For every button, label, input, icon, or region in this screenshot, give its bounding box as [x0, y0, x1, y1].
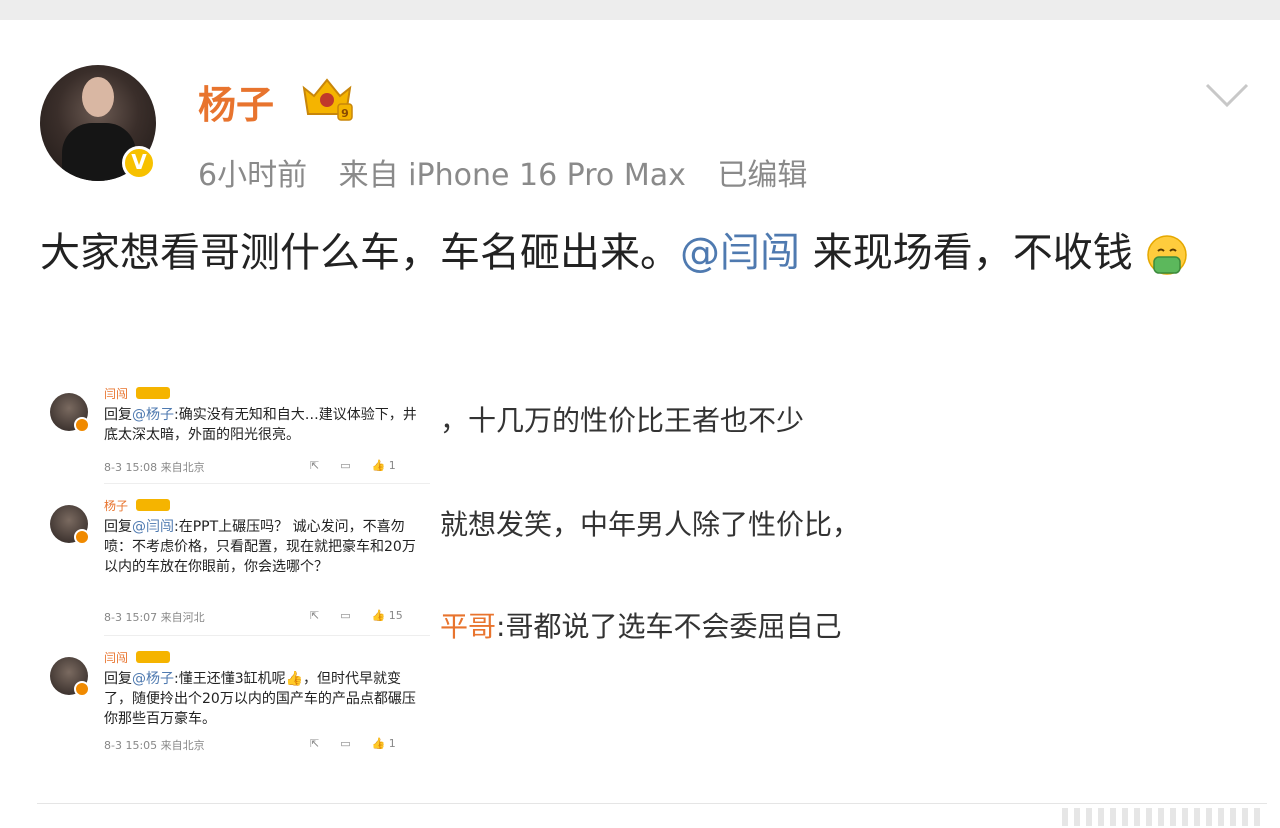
- reply-item: 杨子 回复@闫闯:在PPT上碾压吗？ 诚心发问，不喜勿喷：不考虑价格，只看配置，…: [40, 487, 430, 627]
- reply-location: 来自河北: [160, 611, 205, 624]
- replies-panel: 闫闯 回复@杨子:确实没有无知和自大…建议体验下，井底太深太暗，外面的阳光很亮。…: [40, 375, 430, 770]
- reply-avatar[interactable]: [50, 505, 90, 545]
- share-icon[interactable]: ⇱: [310, 459, 319, 472]
- background-line-1: ，十几万的性价比王者也不少: [440, 404, 805, 437]
- post-divider: [37, 803, 1267, 804]
- author-name[interactable]: 杨子: [198, 74, 274, 129]
- like-count: 15: [388, 609, 403, 622]
- like-icon[interactable]: 👍: [372, 459, 386, 472]
- like-count: 1: [388, 737, 396, 750]
- like-icon[interactable]: 👍: [372, 737, 386, 750]
- reply-date: 8-3 15:05: [104, 739, 158, 752]
- reply-actions: ⇱ ▭ 👍 15: [310, 609, 403, 622]
- post-text-after: 来现场看，不收钱: [800, 230, 1133, 276]
- chevron-down-icon[interactable]: [1204, 80, 1250, 110]
- post-edited[interactable]: 已编辑: [717, 158, 807, 193]
- reply-location: 来自北京: [160, 739, 205, 752]
- post-text-before: 大家想看哥测什么车，车名砸出来。: [40, 230, 680, 276]
- post-meta: 6小时前 来自 iPhone 16 Pro Max 已编辑: [198, 150, 829, 194]
- background-mention: 平哥: [440, 610, 497, 643]
- reply-date: 8-3 15:08: [104, 461, 158, 474]
- comment-icon[interactable]: ▭: [340, 459, 350, 472]
- reply-avatar[interactable]: [50, 393, 90, 433]
- reply-prefix: 回复: [104, 407, 132, 423]
- level-badge-icon: [136, 499, 170, 511]
- reply-avatar[interactable]: [50, 657, 90, 697]
- post-time: 6小时前: [198, 158, 308, 193]
- like-count: 1: [388, 459, 396, 472]
- svg-text:9: 9: [341, 107, 349, 120]
- reply-mention[interactable]: @杨子: [132, 671, 174, 687]
- background-line-3: 平哥:哥都说了选车不会委屈自己: [440, 605, 841, 645]
- vip-crown-icon: 9: [302, 78, 353, 121]
- reply-author[interactable]: 闫闯: [104, 385, 128, 402]
- reply-text: 回复@闫闯:在PPT上碾压吗？ 诚心发问，不喜勿喷：不考虑价格，只看配置，现在就…: [104, 517, 419, 577]
- reply-item: 闫闯 回复@杨子:确实没有无知和自大…建议体验下，井底太深太暗，外面的阳光很亮。…: [40, 375, 430, 475]
- reply-actions: ⇱ ▭ 👍 1: [310, 737, 396, 750]
- comment-icon[interactable]: ▭: [340, 737, 350, 750]
- reply-date: 8-3 15:07: [104, 611, 158, 624]
- post-text: 大家想看哥测什么车，车名砸出来。@闫闯 来现场看，不收钱: [40, 218, 1250, 288]
- level-badge-icon: [136, 387, 170, 399]
- background-line-3-text: :哥都说了选车不会委屈自己: [496, 610, 842, 643]
- reply-text: 回复@杨子:确实没有无知和自大…建议体验下，井底太深太暗，外面的阳光很亮。: [104, 405, 419, 445]
- level-badge-icon: [136, 651, 170, 663]
- watermark-stripes: [1062, 808, 1260, 826]
- top-bar: [0, 0, 1280, 20]
- reply-footer: 8-3 15:05 来自北京: [104, 737, 205, 753]
- avatar-face: [82, 77, 114, 117]
- post-mention[interactable]: @闫闯: [680, 230, 800, 276]
- reply-mention[interactable]: @闫闯: [132, 519, 174, 535]
- reply-actions: ⇱ ▭ 👍 1: [310, 459, 396, 472]
- post-source: 来自 iPhone 16 Pro Max: [338, 158, 686, 193]
- embedded-screenshot: ，十几万的性价比王者也不少 就想发笑，中年男人除了性价比， 平哥:哥都说了选车不…: [40, 375, 860, 770]
- reply-author[interactable]: 杨子: [104, 497, 128, 514]
- share-icon[interactable]: ⇱: [310, 609, 319, 622]
- like-icon[interactable]: 👍: [372, 609, 386, 622]
- reply-prefix: 回复: [104, 519, 132, 535]
- reply-mention[interactable]: @杨子: [132, 407, 174, 423]
- reply-divider: [104, 635, 430, 636]
- reply-text: 回复@杨子:懂王还懂3缸机呢👍，但时代早就变了，随便拎出个20万以内的国产车的产…: [104, 669, 419, 729]
- smiling-face-with-hands-emoji-icon: [1147, 235, 1188, 275]
- reply-footer: 8-3 15:08 来自北京: [104, 459, 205, 475]
- reply-author[interactable]: 闫闯: [104, 649, 128, 666]
- reply-location: 来自北京: [160, 461, 205, 474]
- background-line-2: 就想发笑，中年男人除了性价比，: [440, 508, 861, 541]
- share-icon[interactable]: ⇱: [310, 737, 319, 750]
- reply-item: 闫闯 回复@杨子:懂王还懂3缸机呢👍，但时代早就变了，随便拎出个20万以内的国产…: [40, 639, 430, 769]
- verified-badge-icon: V: [122, 146, 156, 180]
- comment-icon[interactable]: ▭: [340, 609, 350, 622]
- reply-footer: 8-3 15:07 来自河北: [104, 609, 205, 625]
- reply-prefix: 回复: [104, 671, 132, 687]
- reply-divider: [104, 483, 430, 484]
